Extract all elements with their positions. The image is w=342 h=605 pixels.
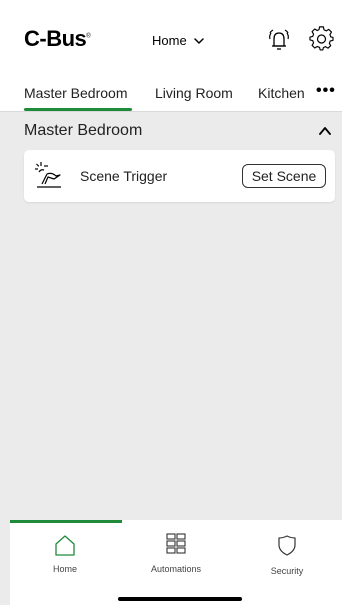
grid-icon [166,533,186,554]
nav-automations-label: Automations [150,564,202,574]
alarm-bell-icon[interactable] [266,26,292,52]
room-tabs: Master Bedroom Living Room Kitchen ••• [0,75,342,112]
nav-home-label: Home [52,564,77,574]
app-screen: C-Bus® Home Master Bedroom Living Room K… [0,0,342,605]
top-bar: C-Bus® Home [0,0,342,75]
home-selector-label: Home [152,33,187,48]
home-icon [55,535,75,556]
tab-kitchen[interactable]: Kitchen [258,85,305,101]
nav-home[interactable]: Home [10,520,120,590]
bottom-nav: Home Automations Security [10,520,342,605]
scene-trigger-label: Scene Trigger [80,168,168,184]
home-selector[interactable]: Home [152,33,205,48]
home-indicator-bar [118,597,242,601]
logo-text: C-Bus [24,26,87,51]
nav-security-label: Security [270,566,304,576]
section-title: Master Bedroom [24,122,143,139]
tab-living-room[interactable]: Living Room [155,85,233,101]
chevron-down-icon [193,37,204,44]
set-scene-button[interactable]: Set Scene [242,164,326,188]
active-tab-indicator [24,108,132,111]
nav-automations[interactable]: Automations [121,520,231,590]
gear-icon[interactable] [309,26,335,52]
scene-trigger-icon [35,162,61,188]
tab-master-bedroom[interactable]: Master Bedroom [24,85,127,101]
logo-mark: ® [86,33,91,40]
nav-security[interactable]: Security [232,520,342,590]
chevron-up-icon[interactable] [318,124,332,138]
shield-icon [278,535,296,556]
more-tabs-button[interactable]: ••• [316,82,336,100]
app-logo: C-Bus® [24,26,91,52]
scene-trigger-card: Scene Trigger Set Scene [24,150,335,202]
